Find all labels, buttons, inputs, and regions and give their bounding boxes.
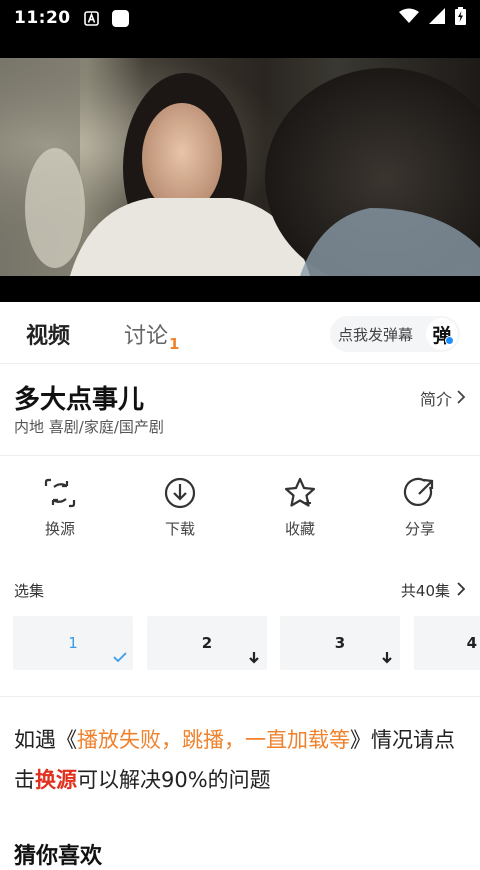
download-arrow-icon bbox=[249, 652, 259, 664]
show-tags: 内地 喜剧/家庭/国产剧 bbox=[14, 418, 164, 436]
send-danmu-button[interactable]: 点我发弹幕 弹 bbox=[330, 316, 460, 352]
detail-tabs: 视频 讨论1 点我发弹幕 弹 bbox=[0, 302, 480, 364]
signal-icon bbox=[429, 8, 445, 28]
episode-item[interactable]: 4 bbox=[414, 616, 480, 670]
notice-highlight: 播放失败，跳播，一直加载等 bbox=[77, 728, 350, 752]
share-label: 分享 bbox=[404, 520, 435, 538]
notification-app-icon bbox=[111, 9, 129, 27]
episode-count-link[interactable]: 共40集 bbox=[401, 580, 466, 601]
download-arrow-icon bbox=[382, 652, 392, 664]
episode-number: 1 bbox=[68, 634, 78, 652]
danmu-icon: 弹 bbox=[426, 318, 458, 350]
episode-item[interactable]: 2 bbox=[147, 616, 267, 670]
episode-section-title: 选集 bbox=[14, 582, 45, 600]
episode-item[interactable]: 3 bbox=[280, 616, 400, 670]
favorite-label: 收藏 bbox=[284, 520, 315, 538]
video-top-letterbox bbox=[0, 36, 480, 58]
download-button[interactable]: 下载 bbox=[120, 470, 240, 539]
notification-a-icon bbox=[83, 10, 100, 27]
notice-text-1: 如遇《 bbox=[14, 728, 77, 752]
source-notice: 如遇《播放失败，跳播，一直加载等》情况请点击换源可以解决90%的问题 bbox=[14, 720, 470, 800]
download-icon bbox=[164, 477, 196, 509]
switch-source-label: 换源 bbox=[44, 520, 75, 538]
send-danmu-label: 点我发弹幕 bbox=[338, 325, 414, 344]
tab-discussion[interactable]: 讨论1 bbox=[124, 318, 180, 353]
battery-icon bbox=[455, 7, 466, 29]
status-bar: 11:20 bbox=[0, 0, 480, 36]
danmu-check-dot-icon bbox=[445, 336, 454, 345]
video-frame-image bbox=[0, 58, 480, 276]
chevron-right-icon bbox=[456, 389, 466, 408]
intro-label: 简介 bbox=[419, 390, 452, 409]
divider bbox=[0, 696, 480, 697]
share-icon bbox=[403, 477, 434, 506]
check-icon bbox=[113, 652, 127, 663]
wifi-icon bbox=[399, 8, 419, 28]
notice-switch-source-link[interactable]: 换源 bbox=[35, 768, 77, 792]
notice-text-3: 可以解决90%的问题 bbox=[77, 768, 271, 792]
episode-item[interactable]: 1 bbox=[13, 616, 133, 670]
show-title: 多大点事儿 bbox=[14, 385, 145, 415]
episode-number: 4 bbox=[466, 634, 477, 652]
divider bbox=[0, 455, 480, 456]
switch-source-button[interactable]: 换源 bbox=[0, 470, 120, 539]
episode-list: 1 2 3 4 bbox=[13, 616, 480, 670]
action-bar: 换源 下载 收藏 分享 bbox=[0, 470, 480, 550]
episode-number: 3 bbox=[334, 634, 346, 652]
discussion-count-badge: 1 bbox=[169, 335, 180, 353]
video-bottom-letterbox bbox=[0, 276, 480, 302]
tab-discussion-label: 讨论 bbox=[124, 324, 169, 349]
video-player[interactable] bbox=[0, 58, 480, 276]
star-icon bbox=[284, 477, 316, 507]
episode-number: 2 bbox=[201, 634, 213, 652]
switch-source-icon bbox=[44, 478, 76, 508]
tab-video[interactable]: 视频 bbox=[26, 318, 70, 350]
chevron-right-icon bbox=[456, 581, 466, 600]
recommend-section-title: 猜你喜欢 bbox=[14, 844, 103, 869]
share-button[interactable]: 分享 bbox=[360, 470, 480, 539]
status-time: 11:20 bbox=[14, 8, 71, 28]
download-label: 下载 bbox=[164, 520, 195, 538]
favorite-button[interactable]: 收藏 bbox=[240, 470, 360, 539]
episode-count-label: 共40集 bbox=[400, 582, 450, 600]
intro-link[interactable]: 简介 bbox=[420, 386, 466, 410]
